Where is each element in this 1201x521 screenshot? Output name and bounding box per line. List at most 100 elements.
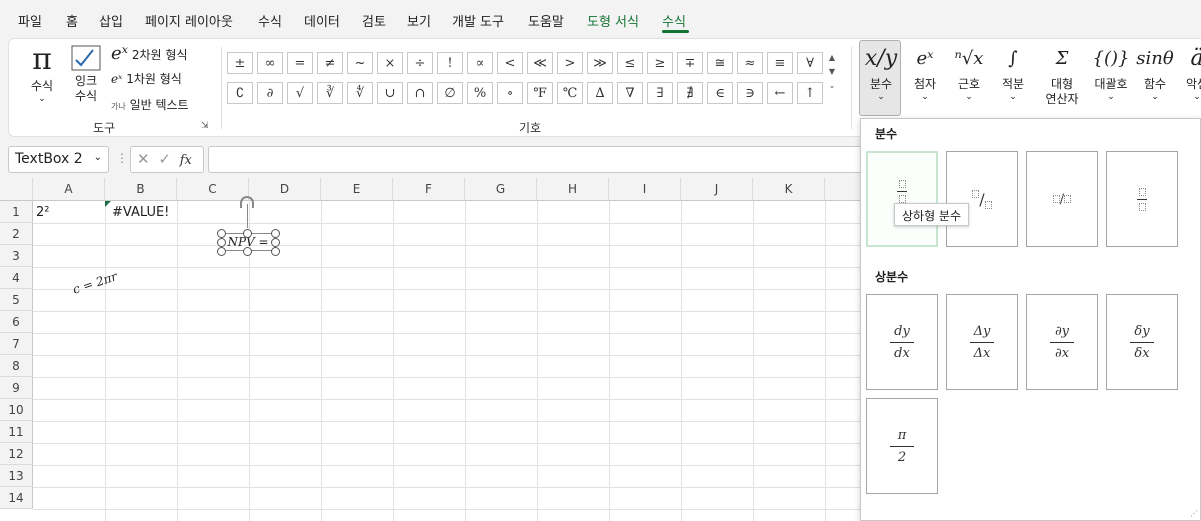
symbol-button[interactable]: ∛ <box>317 82 343 104</box>
row-header[interactable]: 6 <box>0 311 33 333</box>
resize-handle[interactable] <box>217 247 226 256</box>
symbol-button[interactable]: ∩ <box>407 82 433 104</box>
resize-handle[interactable] <box>243 247 252 256</box>
cell-B1[interactable]: #VALUE! <box>112 205 169 220</box>
tab-view[interactable]: 보기 <box>407 11 431 30</box>
professional-button[interactable]: eˣ 2차원 형식 <box>111 43 188 64</box>
symbol-button[interactable]: ∂ <box>257 82 283 104</box>
insert-function-button[interactable]: fx <box>180 153 192 168</box>
skewed-fraction-tile[interactable]: / <box>946 151 1018 247</box>
symbol-button[interactable]: ≈ <box>737 52 763 74</box>
column-header[interactable]: A <box>33 178 105 201</box>
tab-review[interactable]: 검토 <box>362 11 386 30</box>
tab-equation[interactable]: 수식 <box>662 11 686 30</box>
common-fraction-tile[interactable]: dy dx <box>866 294 938 390</box>
function-button[interactable]: sinθ 함수 ⌄ <box>1134 41 1176 102</box>
resize-handle[interactable] <box>271 247 280 256</box>
rotate-handle-icon[interactable] <box>240 196 254 208</box>
symbol-button[interactable]: ∓ <box>677 52 703 74</box>
symbol-button[interactable]: ∘ <box>497 82 523 104</box>
symbol-button[interactable]: % <box>467 82 493 104</box>
small-fraction-tile[interactable] <box>1106 151 1178 247</box>
linear-button[interactable]: eˣ 1차원 형식 <box>111 70 182 87</box>
integral-button[interactable]: ∫ 적분 ⌄ <box>992 41 1034 102</box>
symbol-button[interactable]: < <box>497 52 523 74</box>
row-header[interactable]: 14 <box>0 487 33 509</box>
row-header[interactable]: 7 <box>0 333 33 355</box>
row-header[interactable]: 5 <box>0 289 33 311</box>
stacked-fraction-tile[interactable] <box>866 151 938 247</box>
column-header[interactable]: F <box>393 178 465 201</box>
symbol-button[interactable]: ∝ <box>467 52 493 74</box>
symbol-button[interactable]: ≥ <box>647 52 673 74</box>
symbol-button[interactable]: ∪ <box>377 82 403 104</box>
name-box[interactable]: TextBox 2 ⌄ <box>8 146 109 173</box>
row-header[interactable]: 10 <box>0 399 33 421</box>
column-header[interactable]: I <box>609 178 681 201</box>
symbol-button[interactable]: ℃ <box>557 82 583 104</box>
symbol-button[interactable]: ≤ <box>617 52 643 74</box>
chevron-down-icon[interactable]: ⌄ <box>94 152 102 163</box>
resize-grip-icon[interactable]: ⋰ <box>1190 509 1198 518</box>
cancel-icon[interactable]: ✕ <box>137 150 150 168</box>
symbol-button[interactable]: ∈ <box>707 82 733 104</box>
resize-handle[interactable] <box>243 229 252 238</box>
tab-file[interactable]: 파일 <box>18 11 42 30</box>
symbol-button[interactable]: ≠ <box>317 52 343 74</box>
ink-equation-button[interactable]: 잉크 수식 <box>69 45 103 104</box>
row-header[interactable]: 4 <box>0 267 33 289</box>
radical-button[interactable]: ⁿ√x 근호 ⌄ <box>948 41 990 102</box>
symbol-button[interactable]: ∆ <box>587 82 613 104</box>
common-fraction-tile[interactable]: Δy Δx <box>946 294 1018 390</box>
enter-icon[interactable]: ✓ <box>158 150 171 168</box>
symbol-button[interactable]: ↑ <box>797 82 823 104</box>
symbol-button[interactable]: = <box>287 52 313 74</box>
symbol-button[interactable]: × <box>377 52 403 74</box>
normal-text-button[interactable]: 가나 일반 텍스트 <box>111 96 189 113</box>
fraction-button[interactable]: x/y 분수 ⌄ <box>860 41 902 102</box>
symbol-button[interactable]: √ <box>287 82 313 104</box>
dialog-launcher-icon[interactable]: ⇲ <box>201 121 209 131</box>
symbol-button[interactable]: ≪ <box>527 52 553 74</box>
resize-handle[interactable] <box>271 238 280 247</box>
symbol-button[interactable]: ∇ <box>617 82 643 104</box>
common-fraction-tile[interactable]: δy δx <box>1106 294 1178 390</box>
large-operator-button[interactable]: Σ 대형 연산자 <box>1036 41 1088 107</box>
symbol-button[interactable]: ← <box>767 82 793 104</box>
linear-fraction-tile[interactable]: / <box>1026 151 1098 247</box>
symbol-button[interactable]: ≅ <box>707 52 733 74</box>
select-all-corner[interactable] <box>0 178 33 201</box>
symbol-button[interactable]: ∋ <box>737 82 763 104</box>
row-header[interactable]: 2 <box>0 223 33 245</box>
symbol-button[interactable]: ~ <box>347 52 373 74</box>
tab-home[interactable]: 홈 <box>66 11 78 30</box>
symbol-button[interactable]: ∁ <box>227 82 253 104</box>
symbol-button[interactable]: ± <box>227 52 253 74</box>
equation-button[interactable]: π 수식 ⌄ <box>25 43 59 105</box>
symbol-button[interactable]: ! <box>437 52 463 74</box>
symbol-button[interactable]: ∅ <box>437 82 463 104</box>
column-header[interactable]: C <box>177 178 249 201</box>
tab-formulas[interactable]: 수식 <box>258 11 282 30</box>
symbol-button[interactable]: ∃ <box>647 82 673 104</box>
resize-handle[interactable] <box>217 229 226 238</box>
row-header[interactable]: 8 <box>0 355 33 377</box>
floating-equation[interactable]: c = 2πr <box>71 269 119 296</box>
resize-handle[interactable] <box>217 238 226 247</box>
column-header[interactable]: D <box>249 178 321 201</box>
symbol-button[interactable]: ÷ <box>407 52 433 74</box>
script-button[interactable]: eˣ 첨자 ⌄ <box>904 41 946 102</box>
row-header[interactable]: 11 <box>0 421 33 443</box>
symbols-scroll[interactable]: ▲ ▼ ⌄ <box>825 51 839 109</box>
row-header[interactable]: 9 <box>0 377 33 399</box>
common-fraction-tile[interactable]: π2 <box>866 398 938 494</box>
row-header[interactable]: 12 <box>0 443 33 465</box>
symbol-button[interactable]: ℉ <box>527 82 553 104</box>
row-header[interactable]: 1 <box>0 201 33 223</box>
column-header[interactable]: H <box>537 178 609 201</box>
tab-shape-format[interactable]: 도형 서식 <box>587 11 639 30</box>
tab-help[interactable]: 도움말 <box>528 11 564 30</box>
resize-handle[interactable] <box>271 229 280 238</box>
accent-button[interactable]: ä악센⌄ <box>1176 41 1201 102</box>
cell-A1[interactable]: 2² <box>36 205 49 220</box>
